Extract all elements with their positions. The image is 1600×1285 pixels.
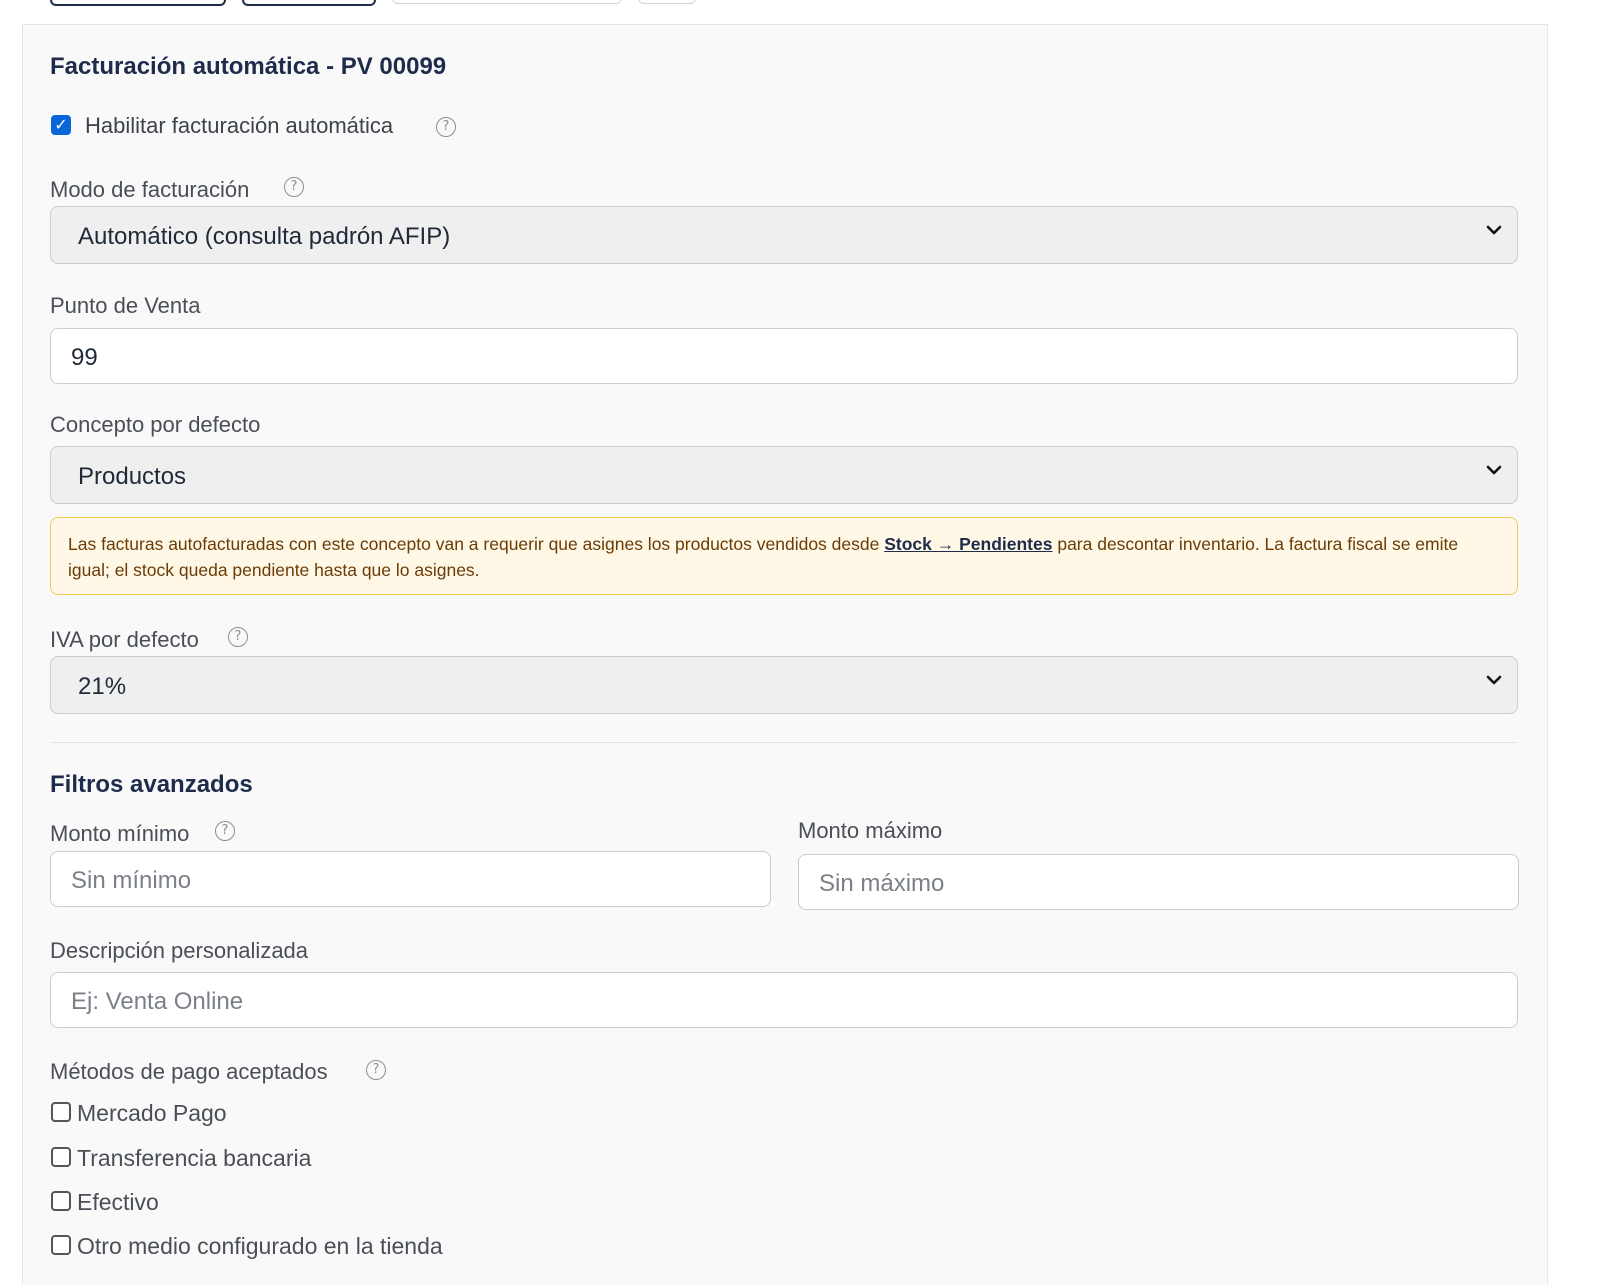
payment-method-checkbox-other[interactable] [51,1235,71,1255]
help-icon[interactable]: ? [228,627,248,647]
default-vat-label: IVA por defecto [50,627,199,652]
toolbar-button-4[interactable] [638,0,696,4]
max-amount-input[interactable]: Sin máximo [798,854,1519,910]
chevron-down-icon [1486,675,1502,685]
default-concept-value: Productos [78,463,187,490]
point-of-sale-value: 99 [71,344,98,371]
min-amount-label: Monto mínimo [50,821,190,846]
chevron-down-icon [1486,465,1502,475]
section-title: Facturación automática - PV 00099 [50,53,447,80]
auto-billing-panel: Facturación automática - PV 00099 ✓ Habi… [22,24,1548,1285]
max-amount-label: Monto máximo [798,818,943,843]
billing-mode-select[interactable]: Automático (consulta padrón AFIP) [50,206,1518,264]
payment-method-label: Transferencia bancaria [77,1145,312,1171]
toolbar-button-1[interactable] [50,0,226,6]
custom-description-input[interactable]: Ej: Venta Online [50,972,1518,1028]
billing-mode-value: Automático (consulta padrón AFIP) [78,223,451,250]
payment-method-checkbox-cash[interactable] [51,1191,71,1211]
toolbar-button-2[interactable] [242,0,376,6]
custom-description-label: Descripción personalizada [50,938,309,963]
stock-pending-link[interactable]: Stock → Pendientes [884,534,1052,554]
help-icon[interactable]: ? [436,117,456,137]
billing-mode-label: Modo de facturación [50,177,250,202]
custom-description-placeholder: Ej: Venta Online [71,988,244,1015]
chevron-down-icon [1486,225,1502,235]
alert-text-before: Las facturas autofacturadas con este con… [68,534,885,554]
toolbar-button-3[interactable] [392,0,622,4]
payment-method-checkbox-mercadopago[interactable] [51,1102,71,1122]
help-icon[interactable]: ? [366,1060,386,1080]
payment-method-checkbox-transfer[interactable] [51,1147,71,1167]
min-amount-placeholder: Sin mínimo [71,867,192,894]
default-vat-select[interactable]: 21% [50,656,1518,714]
help-icon[interactable]: ? [215,821,235,841]
concept-warning-alert: Las facturas autofacturadas con este con… [50,517,1518,595]
section-divider [50,742,1518,743]
min-amount-input[interactable]: Sin mínimo [50,851,771,907]
default-vat-value: 21% [78,673,127,700]
payment-method-label: Mercado Pago [77,1100,227,1126]
enable-auto-billing-label: Habilitar facturación automática [85,113,394,138]
help-icon[interactable]: ? [284,177,304,197]
enable-auto-billing-checkbox[interactable]: ✓ [51,115,71,135]
max-amount-placeholder: Sin máximo [819,870,945,897]
payment-methods-label: Métodos de pago aceptados [50,1059,328,1084]
payment-method-label: Efectivo [77,1189,159,1215]
advanced-filters-title: Filtros avanzados [50,771,253,798]
point-of-sale-input[interactable]: 99 [50,328,1518,384]
default-concept-select[interactable]: Productos [50,446,1518,504]
default-concept-label: Concepto por defecto [50,412,261,437]
payment-method-label: Otro medio configurado en la tienda [77,1233,443,1259]
point-of-sale-label: Punto de Venta [50,293,201,318]
